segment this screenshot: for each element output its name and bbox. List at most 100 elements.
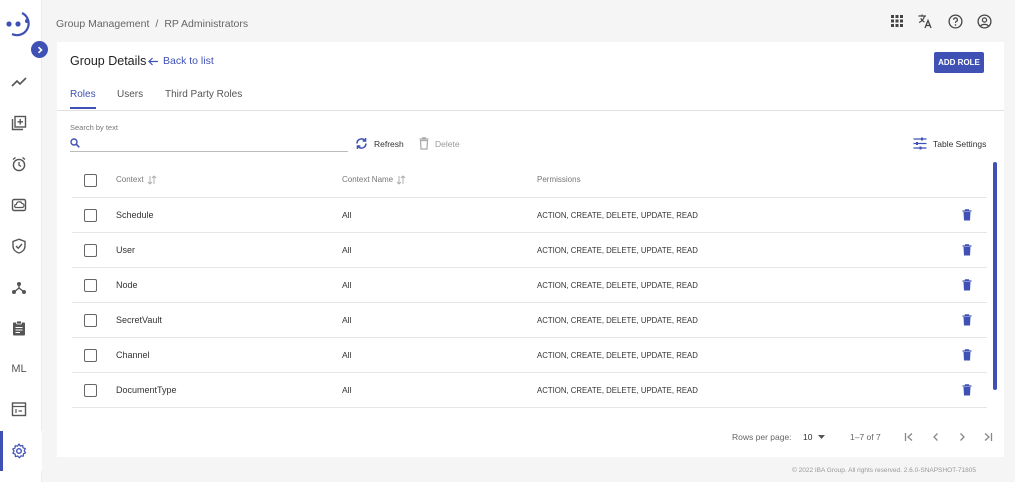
search-icon [70,138,80,148]
cell-permissions: ACTION, CREATE, DELETE, UPDATE, READ [537,245,698,255]
trash-icon[interactable] [962,209,972,221]
hub-icon[interactable] [9,277,29,297]
roles-table: Context Context Name Permissions Schedul… [72,162,987,408]
tune-icon [913,137,927,150]
refresh-label: Refresh [374,138,404,149]
shield-check-icon[interactable] [9,236,29,256]
table-row[interactable]: User All ACTION, CREATE, DELETE, UPDATE,… [72,233,987,268]
calendar-icon[interactable] [9,399,29,419]
cell-context-name: All [342,210,352,220]
first-page-icon[interactable] [902,430,916,444]
table-header-row: Context Context Name Permissions [72,162,987,198]
cell-context: Schedule [116,210,154,220]
table-row[interactable]: Schedule All ACTION, CREATE, DELETE, UPD… [72,198,987,233]
row-checkbox[interactable] [84,384,97,397]
table-settings-button[interactable]: Table Settings [913,137,986,150]
sort-icon [396,174,406,185]
trash-icon[interactable] [962,244,972,256]
gear-icon [9,441,29,461]
scrollbar-thumb[interactable] [993,162,997,390]
cell-context: Node [116,280,138,290]
cell-permissions: ACTION, CREATE, DELETE, UPDATE, READ [537,280,698,290]
breadcrumb-separator: / [155,18,159,30]
chevron-right-icon[interactable] [31,41,48,58]
rows-per-page-select[interactable]: 10 [803,432,826,442]
help-icon[interactable] [947,13,963,29]
breadcrumb-parent[interactable]: Group Management [56,18,149,30]
column-header-context[interactable]: Context [116,162,157,197]
cell-permissions: ACTION, CREATE, DELETE, UPDATE, READ [537,210,698,220]
previous-page-icon[interactable] [929,430,943,444]
table-scrollbar[interactable] [993,162,998,414]
apps-grid-icon[interactable] [889,13,905,29]
breadcrumb-current: RP Administrators [164,18,249,30]
last-page-icon[interactable] [981,430,995,444]
sidebar-item-ml[interactable]: ML [4,363,34,375]
arrow-left-icon [148,57,158,65]
refresh-button[interactable]: Refresh [355,137,404,150]
add-role-button[interactable]: ADD ROLE [934,52,984,73]
cell-permissions: ACTION, CREATE, DELETE, UPDATE, READ [537,350,698,360]
column-header-permissions: Permissions [537,175,581,184]
cell-permissions: ACTION, CREATE, DELETE, UPDATE, READ [537,385,698,395]
search-field [70,135,348,152]
next-page-icon[interactable] [955,430,969,444]
delete-button[interactable]: Delete [419,137,460,150]
cell-context-name: All [342,280,352,290]
table-row[interactable]: DocumentType All ACTION, CREATE, DELETE,… [72,373,987,408]
tab-bar: Roles Users Third Party Roles [57,86,1004,111]
account-icon[interactable] [976,13,992,29]
tab-third-party-roles[interactable]: Third Party Roles [165,89,242,107]
row-checkbox[interactable] [84,209,97,222]
column-header-context-name[interactable]: Context Name [342,162,406,197]
tab-roles[interactable]: Roles [70,89,96,109]
select-all-checkbox[interactable] [84,173,97,187]
column-header-context-name-label: Context Name [342,175,394,184]
delete-label: Delete [435,138,460,149]
translate-icon[interactable] [917,13,933,29]
cell-context: DocumentType [116,385,177,395]
row-checkbox[interactable] [84,279,97,292]
table-settings-label: Table Settings [933,138,987,149]
sort-icon [147,174,156,185]
cell-permissions: ACTION, CREATE, DELETE, UPDATE, READ [537,315,698,325]
alarm-icon[interactable] [9,154,29,174]
column-header-context-label: Context [116,175,144,184]
clipboard-icon[interactable] [9,318,29,338]
trash-icon[interactable] [962,349,972,361]
trash-icon[interactable] [962,384,972,396]
sidebar-item-settings[interactable] [0,431,42,471]
library-add-icon[interactable] [9,113,29,133]
table-row[interactable]: Node All ACTION, CREATE, DELETE, UPDATE,… [72,268,987,303]
trend-icon[interactable] [9,72,29,92]
sidebar: ML [0,0,42,482]
delete-icon [419,137,429,150]
back-to-list-link[interactable]: Back to list [148,55,214,67]
breadcrumb: Group Management / RP Administrators [56,18,248,30]
page-range-label: 1–7 of 7 [850,432,881,442]
table-row[interactable]: Channel All ACTION, CREATE, DELETE, UPDA… [72,338,987,373]
footer-copyright: © 2022 IBA Group. All rights reserved. 2… [792,467,976,474]
cell-context: SecretVault [116,315,162,325]
table-row[interactable]: SecretVault All ACTION, CREATE, DELETE, … [72,303,987,338]
trash-icon[interactable] [962,279,972,291]
trash-icon[interactable] [962,314,972,326]
cloud-panel-icon[interactable] [9,195,29,215]
row-checkbox[interactable] [84,314,97,327]
row-checkbox[interactable] [84,349,97,362]
cell-context-name: All [342,350,352,360]
logo-icon[interactable] [4,9,34,39]
row-checkbox[interactable] [84,244,97,257]
search-input[interactable] [84,137,348,149]
cell-context-name: All [342,245,352,255]
refresh-icon [356,138,367,149]
cell-context: Channel [116,350,150,360]
rows-per-page-value: 10 [803,432,813,442]
page-title: Group Details [70,54,147,68]
group-details-card: Group Details Back to list ADD ROLE Role… [57,42,1004,457]
cell-context-name: All [342,315,352,325]
dropdown-arrow-icon [818,435,826,439]
cell-context: User [116,245,136,255]
search-label: Search by text [70,123,118,132]
tab-users[interactable]: Users [117,89,143,107]
